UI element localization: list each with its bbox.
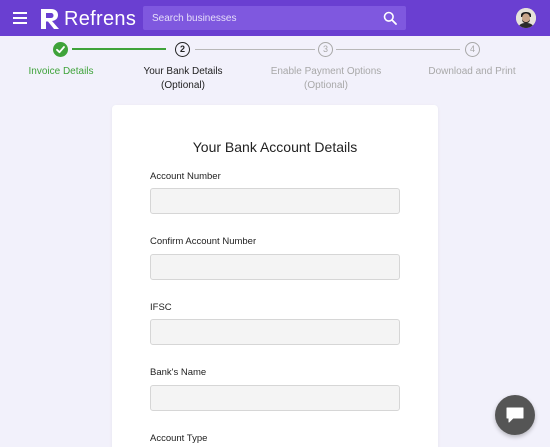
brand-logo[interactable]: Refrens [40,8,136,30]
step-4-label: Download and Print [428,66,516,77]
bank-name-input[interactable] [150,385,400,411]
chat-bubble-icon [506,407,524,423]
ifsc-label: IFSC [150,302,172,313]
refrens-logo-icon [41,9,59,29]
account-number-label: Account Number [150,171,221,182]
ifsc-input[interactable] [150,319,400,345]
card-title: Your Bank Account Details [192,139,358,155]
hamburger-menu-icon[interactable] [13,12,27,24]
step-3-label: Enable Payment Options (Optional) [270,66,382,91]
step-connector-3 [336,49,460,50]
progress-stepper: 2 3 4 Invoice Details Your Bank Details … [0,36,550,98]
search-input[interactable] [143,6,373,30]
step-connector-2 [195,49,315,50]
user-avatar[interactable] [516,8,536,28]
account-number-input[interactable] [150,188,400,214]
top-navigation-bar: Refrens [0,0,550,36]
bank-name-label: Bank's Name [150,367,207,378]
chat-support-button[interactable] [495,395,535,435]
checkmark-icon [56,46,65,54]
step-1-complete-icon[interactable] [53,42,68,57]
step-connector-1 [72,48,166,50]
step-3-number[interactable]: 3 [318,42,333,57]
step-1-label: Invoice Details [28,66,94,77]
search-box [143,6,406,30]
confirm-account-number-label: Confirm Account Number [150,236,257,247]
account-type-label: Account Type [150,433,208,444]
brand-name: Refrens [64,8,137,30]
step-2-label: Your Bank Details (Optional) [143,66,223,91]
confirm-account-number-input[interactable] [150,254,400,280]
step-2-number[interactable]: 2 [175,42,190,57]
search-icon[interactable] [383,11,397,25]
step-4-number[interactable]: 4 [465,42,480,57]
user-photo-icon [516,8,536,28]
bank-details-card: Your Bank Account Details Account Number… [112,105,438,447]
